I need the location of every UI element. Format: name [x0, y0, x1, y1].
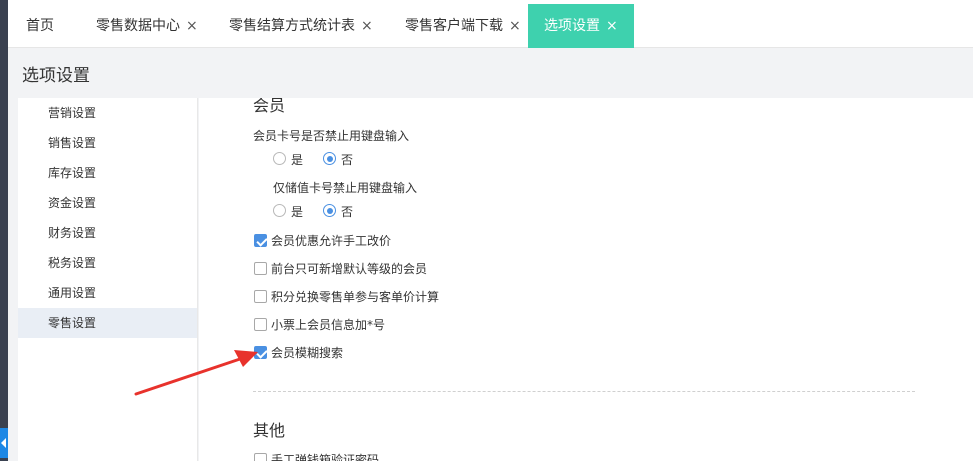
manual-price-change-label: 会员优惠允许手工改价 — [271, 234, 392, 248]
fuzzy-search-label: 会员模糊搜索 — [271, 346, 344, 360]
points-exchange-label: 积分兑换零售单参与客单价计算 — [271, 290, 440, 304]
fuzzy-search-checkbox[interactable] — [254, 346, 267, 359]
tab-retail-settlement-stats[interactable]: 零售结算方式统计表 × — [213, 4, 389, 48]
sidebar-item-tax[interactable]: 税务设置 — [18, 248, 197, 278]
card-keyboard-yes-label: 是 — [291, 153, 304, 167]
stored-card-yes-radio[interactable] — [273, 204, 286, 217]
receipt-mask-label: 小票上会员信息加*号 — [271, 318, 386, 332]
sidebar-item-finance[interactable]: 财务设置 — [18, 218, 197, 248]
card-keyboard-no-radio[interactable] — [323, 152, 336, 165]
close-icon[interactable]: × — [509, 4, 521, 48]
tab-bar: 首页 零售数据中心 × 零售结算方式统计表 × 零售客户端下载 × 选项设置 × — [8, 0, 973, 48]
sidebar-item-funds[interactable]: 资金设置 — [18, 188, 197, 218]
collapse-arrow-icon[interactable] — [0, 428, 8, 458]
card-keyboard-question: 会员卡号是否禁止用键盘输入 — [253, 129, 410, 143]
sidebar-item-retail[interactable]: 零售设置 — [18, 308, 197, 338]
tab-label: 零售数据中心 — [96, 18, 180, 34]
tab-label: 零售结算方式统计表 — [229, 18, 355, 34]
sidebar-item-marketing[interactable]: 营销设置 — [18, 98, 197, 128]
close-icon[interactable]: × — [186, 4, 198, 48]
tab-retail-data-center[interactable]: 零售数据中心 × — [80, 4, 214, 48]
settings-content: 会员 会员卡号是否禁止用键盘输入 是 否 仅储值卡号禁止用键盘输入 是 否 会员… — [199, 98, 973, 461]
tab-home[interactable]: 首页 — [10, 4, 70, 48]
section-divider — [253, 391, 915, 392]
default-level-only-label: 前台只可新增默认等级的会员 — [271, 262, 428, 276]
tab-label: 零售客户端下载 — [405, 18, 503, 34]
close-icon[interactable]: × — [606, 4, 618, 48]
card-keyboard-yes-radio[interactable] — [273, 152, 286, 165]
page-title: 选项设置 — [22, 66, 90, 86]
stored-card-no-radio[interactable] — [323, 204, 336, 217]
manual-price-change-checkbox[interactable] — [254, 234, 267, 247]
tab-label: 首页 — [26, 18, 54, 34]
sidebar-item-inventory[interactable]: 库存设置 — [18, 158, 197, 188]
close-icon[interactable]: × — [361, 4, 373, 48]
tab-retail-client-download[interactable]: 零售客户端下载 × — [389, 4, 537, 48]
sidebar-item-general[interactable]: 通用设置 — [18, 278, 197, 308]
settings-sidebar: 营销设置 销售设置 库存设置 资金设置 财务设置 税务设置 通用设置 零售设置 — [18, 98, 198, 461]
default-level-only-checkbox[interactable] — [254, 262, 267, 275]
page-header: 选项设置 — [8, 49, 973, 97]
points-exchange-checkbox[interactable] — [254, 290, 267, 303]
receipt-mask-checkbox[interactable] — [254, 318, 267, 331]
section-title-member: 会员 — [253, 98, 286, 115]
tab-option-settings[interactable]: 选项设置 × — [528, 4, 634, 48]
tab-label: 选项设置 — [544, 18, 600, 34]
cash-drawer-password-label: 手工弹钱箱验证密码 — [271, 453, 380, 461]
cash-drawer-password-checkbox[interactable] — [254, 453, 267, 461]
sidebar-item-sales[interactable]: 销售设置 — [18, 128, 197, 158]
left-nav-strip — [0, 0, 8, 461]
section-title-other: 其他 — [253, 421, 286, 440]
card-keyboard-no-label: 否 — [341, 153, 354, 167]
stored-card-yes-label: 是 — [291, 205, 304, 219]
stored-card-keyboard-question: 仅储值卡号禁止用键盘输入 — [273, 181, 418, 195]
stored-card-no-label: 否 — [341, 205, 354, 219]
